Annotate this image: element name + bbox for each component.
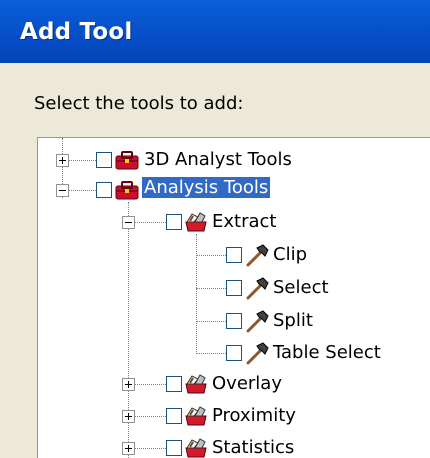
checkbox[interactable] (96, 152, 112, 168)
checkbox[interactable] (226, 280, 242, 296)
tree-node-label[interactable]: Overlay (212, 373, 282, 394)
collapse-minus-icon[interactable] (122, 216, 135, 229)
checkbox[interactable] (166, 376, 182, 392)
tree-node-label[interactable]: Analysis Tools (142, 177, 271, 198)
hammer-tool-icon (246, 244, 269, 267)
title-bar[interactable]: Add Tool (0, 0, 430, 63)
toolbox-icon (115, 151, 139, 170)
toolbox-icon (115, 181, 139, 200)
tree-node-label[interactable]: Statistics (212, 437, 294, 458)
tree-node-label[interactable]: 3D Analyst Tools (144, 149, 292, 170)
checkbox[interactable] (166, 440, 182, 456)
checkbox[interactable] (96, 182, 112, 198)
expand-plus-icon[interactable] (122, 410, 135, 423)
hammer-tool-icon (246, 310, 269, 333)
toolset-icon (185, 212, 207, 232)
tool-tree[interactable]: 3D Analyst Tools Analysis Tools Extract (37, 137, 430, 458)
tree-node-label[interactable]: Proximity (212, 405, 296, 426)
tree-node-label[interactable]: Select (273, 277, 329, 298)
expand-plus-icon[interactable] (122, 378, 135, 391)
tree-node-label[interactable]: Split (273, 310, 313, 331)
tree-node-label[interactable]: Extract (212, 211, 276, 232)
tree-node-label[interactable]: Table Select (273, 342, 381, 363)
checkbox[interactable] (226, 345, 242, 361)
checkbox[interactable] (166, 408, 182, 424)
expand-plus-icon[interactable] (122, 442, 135, 455)
checkbox[interactable] (226, 313, 242, 329)
toolset-icon (185, 374, 207, 394)
window-title: Add Tool (20, 19, 133, 45)
collapse-minus-icon[interactable] (56, 184, 69, 197)
tree-node-label[interactable]: Clip (273, 244, 307, 265)
toolset-icon (185, 406, 207, 426)
toolset-icon (185, 438, 207, 458)
hammer-tool-icon (246, 342, 269, 365)
checkbox[interactable] (226, 247, 242, 263)
hammer-tool-icon (246, 277, 269, 300)
checkbox[interactable] (166, 214, 182, 230)
expand-plus-icon[interactable] (56, 154, 69, 167)
instruction-label: Select the tools to add: (34, 93, 244, 114)
